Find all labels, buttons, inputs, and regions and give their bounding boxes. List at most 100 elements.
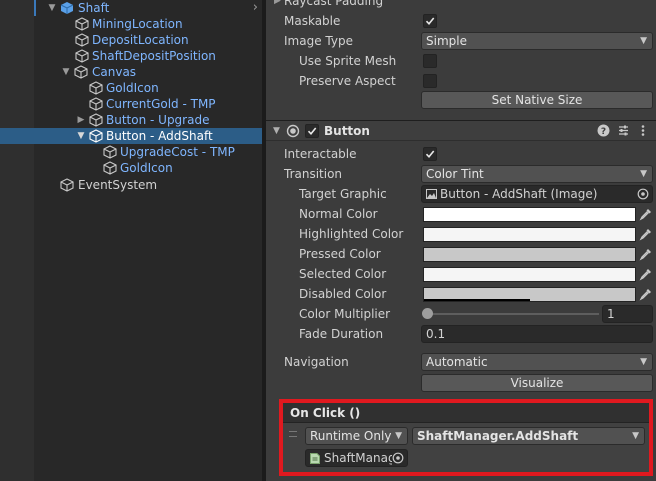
gameobject-cube-icon xyxy=(103,161,117,175)
hierarchy-item-button-upgrade[interactable]: ▶ Button - Upgrade xyxy=(0,112,262,128)
hierarchy-item-button-addshaft[interactable]: ▼ Button - AddShaft xyxy=(0,128,262,144)
hierarchy-item-currentgold[interactable]: CurrentGold - TMP xyxy=(0,96,262,112)
hierarchy-item-eventsystem[interactable]: EventSystem xyxy=(0,177,262,193)
runtime-mode-value: Runtime Only xyxy=(310,429,392,443)
hierarchy-item-label: Button - AddShaft xyxy=(106,129,213,143)
eyedropper-icon[interactable] xyxy=(639,247,653,261)
use-sprite-mesh-checkbox[interactable] xyxy=(423,54,437,68)
hierarchy-item-label: UpgradeCost - TMP xyxy=(120,145,235,159)
hierarchy-item-depositlocation[interactable]: DepositLocation xyxy=(0,32,262,48)
kebab-menu-icon[interactable] xyxy=(637,124,649,137)
color-multiplier-slider-thumb[interactable] xyxy=(422,308,433,319)
pressed-color-row: Pressed Color xyxy=(266,244,656,264)
object-picker-icon[interactable] xyxy=(392,452,404,464)
preserve-aspect-checkbox[interactable] xyxy=(423,74,437,88)
maskable-label: Maskable xyxy=(284,14,341,28)
gameobject-cube-icon xyxy=(75,49,89,63)
pressed-color-label: Pressed Color xyxy=(299,247,381,261)
runtime-mode-dropdown[interactable]: Runtime Only ▼ xyxy=(305,427,408,445)
color-multiplier-input[interactable]: 1 xyxy=(602,305,653,323)
gameobject-cube-icon xyxy=(89,129,103,143)
hierarchy-item-goldicon-2[interactable]: GoldIcon xyxy=(0,160,262,176)
eyedropper-icon[interactable] xyxy=(639,287,653,301)
navigation-row: Navigation Automatic ▼ xyxy=(266,352,656,372)
disabled-color-swatch[interactable] xyxy=(423,287,636,302)
transition-dropdown[interactable]: Color Tint ▼ xyxy=(421,165,653,183)
script-file-icon xyxy=(310,453,320,464)
eyedropper-icon[interactable] xyxy=(639,207,653,221)
fade-duration-input[interactable]: 0.1 xyxy=(421,325,653,343)
image-type-dropdown[interactable]: Simple ▼ xyxy=(421,32,653,50)
chevron-right-icon[interactable]: › xyxy=(253,0,258,16)
fade-duration-label: Fade Duration xyxy=(299,327,384,341)
hierarchy-item-label: MiningLocation xyxy=(92,17,183,31)
highlighted-color-swatch[interactable] xyxy=(423,227,636,242)
eyedropper-icon[interactable] xyxy=(639,227,653,241)
hierarchy-item-canvas[interactable]: ▼ Canvas xyxy=(0,64,262,80)
image-type-value: Simple xyxy=(426,34,467,48)
hierarchy-item-upgradecost[interactable]: UpgradeCost - TMP xyxy=(0,144,262,160)
hierarchy-item-label: ShaftDepositPosition xyxy=(92,49,216,63)
chevron-down-icon: ▼ xyxy=(395,431,402,441)
disabled-color-row: Disabled Color xyxy=(266,284,656,304)
help-icon[interactable]: ? xyxy=(597,124,610,137)
transition-label: Transition xyxy=(284,167,343,181)
object-picker-icon[interactable] xyxy=(637,188,649,200)
hierarchy-item-label: GoldIcon xyxy=(120,161,173,175)
hierarchy-item-mininglocation[interactable]: MiningLocation xyxy=(0,16,262,32)
button-component-icon xyxy=(286,124,300,138)
expand-arrow-icon[interactable]: ▶ xyxy=(274,0,281,11)
hierarchy-panel: ▼ Shaft › MiningLocation DepositLocation… xyxy=(0,0,262,481)
component-title: Button xyxy=(324,124,370,138)
set-native-size-button[interactable]: Set Native Size xyxy=(421,91,653,109)
hierarchy-item-shaft[interactable]: ▼ Shaft › xyxy=(0,0,262,16)
disabled-color-label: Disabled Color xyxy=(299,287,387,301)
preset-sliders-icon[interactable] xyxy=(617,124,630,137)
expand-arrow-icon[interactable]: ▼ xyxy=(273,121,280,141)
drag-handle-icon[interactable] xyxy=(289,431,297,437)
color-multiplier-slider-track[interactable] xyxy=(427,313,599,315)
preserve-aspect-label: Preserve Aspect xyxy=(299,74,396,88)
expand-arrow-icon[interactable]: ▼ xyxy=(46,1,58,15)
hierarchy-item-label: Shaft xyxy=(78,1,110,15)
image-type-label: Image Type xyxy=(284,34,353,48)
target-graphic-field[interactable]: Button - AddShaft (Image) xyxy=(421,185,653,203)
chevron-down-icon: ▼ xyxy=(640,357,647,367)
expand-arrow-icon[interactable]: ▼ xyxy=(75,129,87,143)
gameobject-cube-icon xyxy=(60,178,74,192)
maskable-row: Maskable xyxy=(266,11,656,31)
color-multiplier-row: Color Multiplier 1 xyxy=(266,304,656,324)
eyedropper-icon[interactable] xyxy=(639,267,653,281)
navigation-value: Automatic xyxy=(426,355,488,369)
navigation-label: Navigation xyxy=(284,355,349,369)
target-graphic-row: Target Graphic Button - AddShaft (Image) xyxy=(266,184,656,204)
gameobject-cube-icon xyxy=(89,113,103,127)
expand-arrow-icon[interactable]: ▼ xyxy=(60,65,72,79)
selected-color-swatch[interactable] xyxy=(423,267,636,282)
hierarchy-item-shaftdepositposition[interactable]: ShaftDepositPosition xyxy=(0,48,262,64)
function-dropdown[interactable]: ShaftManager.AddShaft ▼ xyxy=(412,427,645,445)
hierarchy-item-goldicon[interactable]: GoldIcon xyxy=(0,80,262,96)
normal-color-swatch[interactable] xyxy=(423,207,636,222)
collapse-arrow-icon[interactable]: ▶ xyxy=(75,113,87,127)
color-multiplier-label: Color Multiplier xyxy=(299,307,391,321)
highlighted-color-label: Highlighted Color xyxy=(299,227,404,241)
maskable-checkbox[interactable] xyxy=(423,14,437,28)
target-object-field[interactable]: ShaftManag xyxy=(305,449,408,467)
chevron-down-icon: ▼ xyxy=(640,169,647,179)
set-native-size-row: Set Native Size xyxy=(266,90,656,110)
interactable-label: Interactable xyxy=(284,147,357,161)
component-enabled-checkbox[interactable] xyxy=(305,124,319,138)
navigation-dropdown[interactable]: Automatic ▼ xyxy=(421,353,653,371)
raycast-padding-row[interactable]: ▶ Raycast Padding xyxy=(266,0,656,11)
alpha-bar xyxy=(424,299,530,301)
interactable-row: Interactable xyxy=(266,144,656,164)
button-component-header[interactable]: ▼ Button ? xyxy=(266,120,656,141)
prefab-cube-icon xyxy=(60,2,74,14)
gameobject-cube-icon xyxy=(89,97,103,111)
interactable-checkbox[interactable] xyxy=(423,147,437,161)
image-icon xyxy=(426,189,437,199)
visualize-button[interactable]: Visualize xyxy=(421,374,653,392)
chevron-down-icon: ▼ xyxy=(640,36,647,46)
pressed-color-swatch[interactable] xyxy=(423,247,636,262)
